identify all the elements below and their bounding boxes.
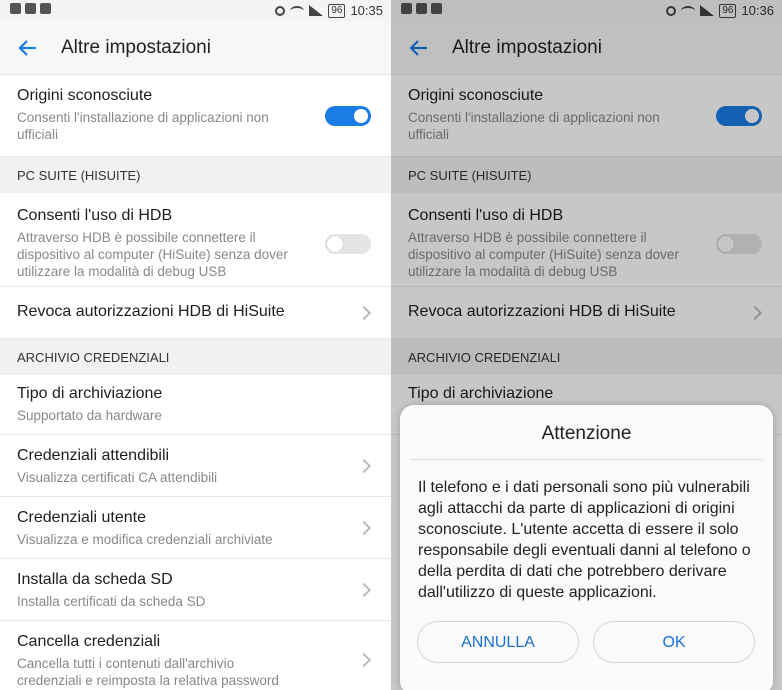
mail-icon bbox=[10, 3, 21, 14]
ok-button[interactable]: OK bbox=[593, 621, 755, 663]
user-credentials-subtitle: Visualizza e modifica credenziali archiv… bbox=[17, 532, 273, 547]
alarm-icon bbox=[275, 5, 286, 16]
unknown-sources-subtitle: Consenti l'installazione di applicazioni… bbox=[17, 110, 269, 142]
settings-screen-left: 96 10:35 Altre impostazioni Origini scon… bbox=[0, 0, 391, 690]
clear-credentials-title: Cancella credenziali bbox=[17, 633, 161, 650]
cancel-button[interactable]: ANNULLA bbox=[417, 621, 579, 663]
status-bar: 96 10:35 bbox=[0, 0, 391, 22]
dialog-title: Attenzione bbox=[541, 423, 632, 444]
section-header-pc-suite: PC SUITE (HISUITE) bbox=[0, 157, 391, 193]
notification-icons bbox=[10, 3, 51, 14]
user-credentials-title: Credenziali utente bbox=[17, 509, 146, 526]
battery-icon: 96 bbox=[328, 3, 346, 18]
clear-credentials-row[interactable]: Cancella credenziali Cancella tutti i co… bbox=[0, 621, 391, 690]
storage-type-title: Tipo di archiviazione bbox=[17, 385, 163, 402]
settings-list: Origini sconosciute Consenti l'installaz… bbox=[0, 75, 391, 690]
back-arrow-icon[interactable] bbox=[16, 36, 40, 60]
unknown-sources-toggle[interactable] bbox=[325, 106, 371, 126]
revoke-hdb-title: Revoca autorizzazioni HDB di HiSuite bbox=[17, 303, 285, 320]
dialog-divider bbox=[410, 459, 763, 460]
user-credentials-row[interactable]: Credenziali utente Visualizza e modifica… bbox=[0, 497, 391, 559]
install-from-sd-row[interactable]: Installa da scheda SD Installa certifica… bbox=[0, 559, 391, 621]
trusted-credentials-subtitle: Visualizza certificati CA attendibili bbox=[17, 470, 218, 485]
trusted-credentials-title: Credenziali attendibili bbox=[17, 447, 170, 464]
wifi-icon bbox=[290, 5, 305, 16]
cloud-icon bbox=[40, 3, 51, 14]
facebook-icon bbox=[25, 3, 36, 14]
page-title: Altre impostazioni bbox=[61, 37, 211, 58]
warning-dialog: Attenzione Il telefono e i dati personal… bbox=[400, 405, 773, 690]
hdb-title: Consenti l'uso di HDB bbox=[17, 207, 173, 224]
app-bar: Altre impostazioni bbox=[0, 22, 391, 75]
dialog-message: Il telefono e i dati personali sono più … bbox=[418, 479, 751, 601]
trusted-credentials-row[interactable]: Credenziali attendibili Visualizza certi… bbox=[0, 435, 391, 497]
clear-credentials-subtitle: Cancella tutti i contenuti dall'archivio… bbox=[17, 656, 279, 688]
hdb-row[interactable]: Consenti l'uso di HDB Attraverso HDB è p… bbox=[0, 193, 391, 287]
section-header-credentials: ARCHIVIO CREDENZIALI bbox=[0, 339, 391, 375]
hdb-subtitle: Attraverso HDB è possibile connettere il… bbox=[17, 230, 288, 279]
install-from-sd-title: Installa da scheda SD bbox=[17, 571, 173, 588]
unknown-sources-row[interactable]: Origini sconosciute Consenti l'installaz… bbox=[0, 75, 391, 157]
settings-screen-right: 96 10:36 Altre impostazioni Origini scon… bbox=[391, 0, 782, 690]
install-from-sd-subtitle: Installa certificati da scheda SD bbox=[17, 594, 206, 609]
clock: 10:35 bbox=[350, 3, 383, 18]
storage-type-row[interactable]: Tipo di archiviazione Supportato da hard… bbox=[0, 375, 391, 435]
storage-type-subtitle: Supportato da hardware bbox=[17, 408, 162, 423]
unknown-sources-title: Origini sconosciute bbox=[17, 87, 153, 104]
hdb-toggle[interactable] bbox=[325, 234, 371, 254]
signal-icon bbox=[309, 5, 324, 16]
chevron-right-icon bbox=[356, 652, 372, 668]
revoke-hdb-row[interactable]: Revoca autorizzazioni HDB di HiSuite bbox=[0, 287, 391, 339]
